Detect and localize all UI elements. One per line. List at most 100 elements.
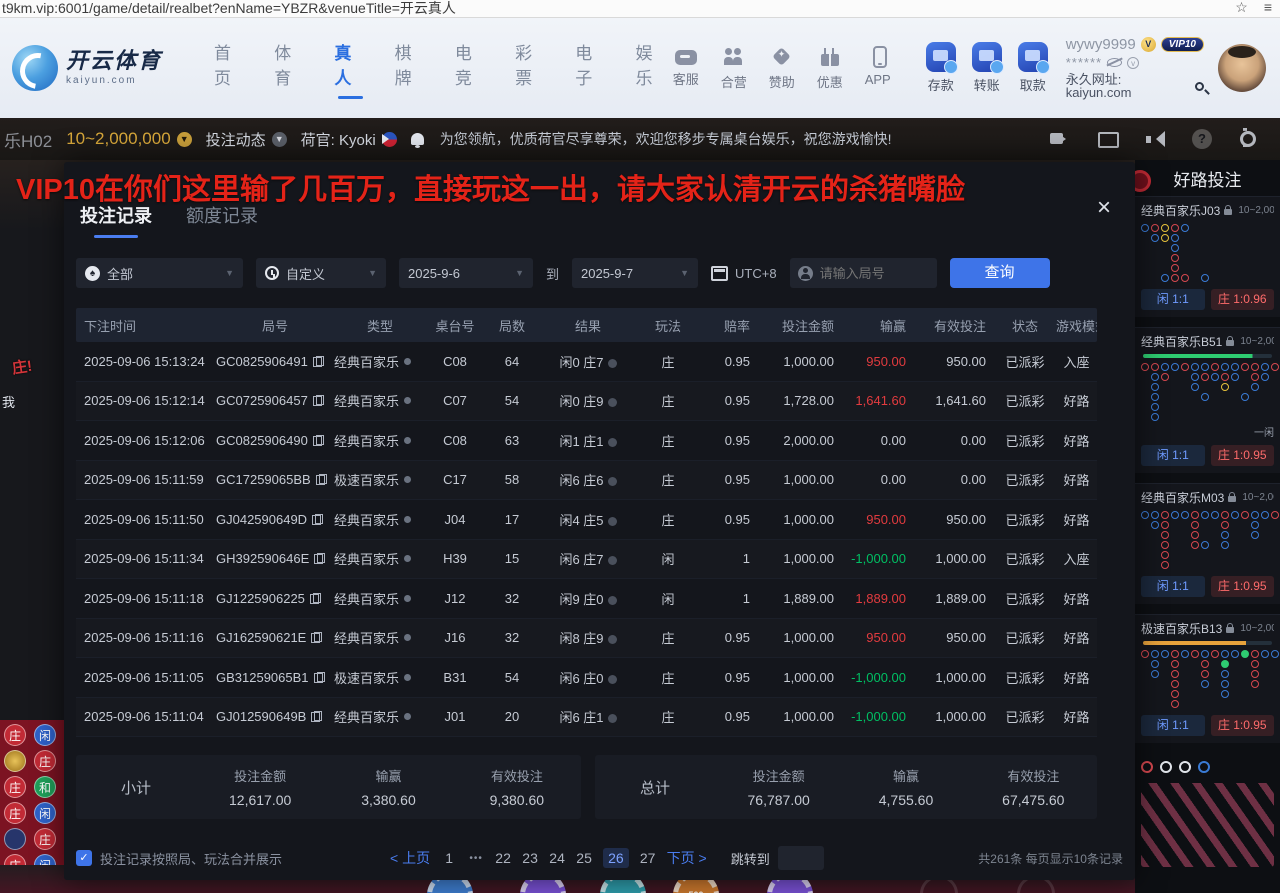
gift-action[interactable]: 优惠 — [812, 46, 848, 91]
copy-icon[interactable] — [311, 632, 320, 643]
help-icon[interactable]: ? — [1192, 129, 1212, 149]
close-icon[interactable]: × — [1097, 198, 1111, 218]
copy-icon[interactable] — [310, 593, 319, 604]
nav-item[interactable]: 体育 — [274, 39, 306, 97]
cell: 已派彩 — [994, 549, 1056, 568]
deposit-action[interactable]: 存款 — [922, 42, 960, 94]
table-row[interactable]: 2025-09-06 15:11:04GJ012590649B经典百家乐J012… — [76, 698, 1097, 738]
settings-icon[interactable] — [1236, 128, 1260, 150]
table-row[interactable]: 2025-09-06 15:12:06GC0825906490经典百家乐C086… — [76, 421, 1097, 461]
page-number[interactable]: ••• — [468, 853, 484, 864]
stream-icon[interactable] — [1096, 128, 1120, 150]
eye-off-icon[interactable] — [1107, 58, 1122, 67]
phone-action[interactable]: APP — [860, 46, 896, 91]
banker-bet-button[interactable]: 庄 1:0.95 — [1211, 715, 1275, 736]
nav-item[interactable]: 首页 — [214, 39, 246, 97]
cell: 0.95 — [700, 709, 758, 724]
cell: 1,000.00 — [758, 709, 842, 724]
cell: 闲0 庄7 — [540, 352, 636, 371]
search-button[interactable]: 查询 — [950, 258, 1050, 288]
volume-icon[interactable] — [1144, 128, 1168, 150]
timezone-display: UTC+8 — [711, 266, 777, 281]
video-icon[interactable] — [1048, 128, 1072, 150]
copy-icon[interactable] — [313, 356, 322, 367]
cell: 58 — [484, 472, 540, 487]
road-card[interactable]: 极速百家乐B13 10~2,000,0 闲 1:1 庄 1:0.95 — [1135, 614, 1280, 743]
player-bet-button[interactable]: 闲 1:1 — [1141, 576, 1205, 597]
transfer-action[interactable]: 转账 — [968, 42, 1006, 94]
bookmark-star-icon[interactable]: ☆ — [1227, 0, 1256, 15]
nav-item[interactable]: 棋牌 — [395, 39, 427, 97]
table-row[interactable]: 2025-09-06 15:12:14GC0725906457经典百家乐C075… — [76, 382, 1097, 422]
banker-bet-button[interactable]: 庄 1:0.95 — [1211, 445, 1275, 466]
game-type-select[interactable]: ♠ 全部▼ — [76, 258, 243, 288]
table-row[interactable]: 2025-09-06 15:11:50GJ042590649D经典百家乐J041… — [76, 500, 1097, 540]
withdraw-action[interactable]: 取款 — [1014, 42, 1052, 94]
page-number[interactable]: 25 — [576, 850, 592, 866]
nav-item[interactable]: 彩票 — [515, 39, 547, 97]
page-number[interactable]: 1 — [441, 850, 457, 866]
avatar[interactable] — [1218, 44, 1266, 92]
nav-item[interactable]: 电竞 — [455, 39, 487, 97]
page-number[interactable]: 27 — [640, 850, 656, 866]
date-to-select[interactable]: 2025-9-7▼ — [572, 258, 698, 288]
sidebar-title: 好路投注 — [1135, 160, 1280, 196]
date-from-select[interactable]: 2025-9-6▼ — [399, 258, 533, 288]
refresh-icon[interactable]: v — [1127, 57, 1139, 69]
page-number[interactable]: 26 — [603, 848, 629, 868]
progress-bar — [1143, 354, 1272, 358]
merge-checkbox[interactable]: ✓ — [76, 850, 92, 866]
player-bet-button[interactable]: 闲 1:1 — [1141, 289, 1205, 310]
table-row[interactable]: 2025-09-06 15:11:16GJ162590621E经典百家乐J163… — [76, 619, 1097, 659]
jump-label: 跳转到 — [731, 849, 770, 868]
people-action[interactable]: 合营 — [716, 46, 752, 91]
subtotal-valid: 9,380.60 — [490, 792, 545, 808]
road-card[interactable]: 经典百家乐M03 10~2,000,0 闲 1:1 庄 1:0.95 — [1135, 483, 1280, 604]
copy-icon[interactable] — [311, 711, 320, 722]
road-card[interactable]: 经典百家乐J03 10~2,000,0 闲 1:1 庄 1:0.96 — [1135, 196, 1280, 317]
cell: 54 — [484, 670, 540, 685]
banker-bet-button[interactable]: 庄 1:0.96 — [1211, 289, 1275, 310]
cell: 好路 — [1056, 431, 1097, 450]
table-row[interactable]: 2025-09-06 15:11:34GH392590646E经典百家乐H391… — [76, 540, 1097, 580]
next-page-button[interactable]: 下页 > — [667, 848, 707, 868]
bet-feed-toggle[interactable]: 投注动态 ▼ — [206, 129, 287, 150]
page-number[interactable]: 24 — [549, 850, 565, 866]
nav-item[interactable]: 娱乐 — [636, 39, 668, 97]
table-row[interactable]: 2025-09-06 15:13:24GC0825906491经典百家乐C086… — [76, 342, 1097, 382]
cell: 950.00 — [842, 630, 914, 645]
site-logo[interactable]: 开云体育 kaiyun.com — [0, 45, 204, 91]
dealer-info[interactable]: 荷官: Kyoki — [301, 129, 397, 150]
nav-item[interactable]: 电子 — [575, 39, 607, 97]
player-bet-button[interactable]: 闲 1:1 — [1141, 445, 1205, 466]
diamond-action[interactable]: 赞助 — [764, 46, 800, 91]
page-number[interactable]: 22 — [495, 850, 511, 866]
copy-icon[interactable] — [313, 395, 322, 406]
page-number[interactable]: 23 — [522, 850, 538, 866]
cell: 闲1 庄1 — [540, 431, 636, 450]
cell: 1,000.00 — [914, 551, 994, 566]
road-card[interactable]: 经典百家乐B51 10~2,000,0 一闲 闲 1:1 庄 1:0.95 — [1135, 327, 1280, 473]
banker-bet-button[interactable]: 庄 1:0.95 — [1211, 576, 1275, 597]
total-amount: 76,787.00 — [748, 792, 810, 808]
copy-icon[interactable] — [312, 514, 321, 525]
copy-icon[interactable] — [314, 672, 323, 683]
url-bar[interactable]: t9km.vip:6001/game/detail/realbet?enName… — [0, 0, 1227, 16]
time-range-select[interactable]: 自定义▼ — [256, 258, 386, 288]
copy-icon[interactable] — [314, 553, 323, 564]
jump-page-input[interactable] — [778, 846, 824, 870]
browser-menu-icon[interactable]: ≡ — [1256, 0, 1280, 15]
prev-page-button[interactable]: < 上页 — [390, 848, 430, 868]
table-row[interactable]: 2025-09-06 15:11:59GC17259065BB极速百家乐C175… — [76, 461, 1097, 501]
username[interactable]: wywy9999 — [1066, 37, 1136, 52]
bet-limit[interactable]: 10~2,000,000 ▼ — [66, 129, 191, 149]
table-row[interactable]: 2025-09-06 15:11:05GB31259065B1极速百家乐B315… — [76, 658, 1097, 698]
cell: 闲6 庄1 — [540, 707, 636, 726]
nav-item[interactable]: 真人 — [334, 39, 366, 97]
table-row[interactable]: 2025-09-06 15:11:18GJ1225906225经典百家乐J123… — [76, 579, 1097, 619]
copy-icon[interactable] — [313, 435, 322, 446]
search-icon[interactable] — [1195, 82, 1204, 91]
copy-icon[interactable] — [316, 474, 325, 485]
chat-action[interactable]: 客服 — [668, 46, 704, 91]
player-bet-button[interactable]: 闲 1:1 — [1141, 715, 1205, 736]
